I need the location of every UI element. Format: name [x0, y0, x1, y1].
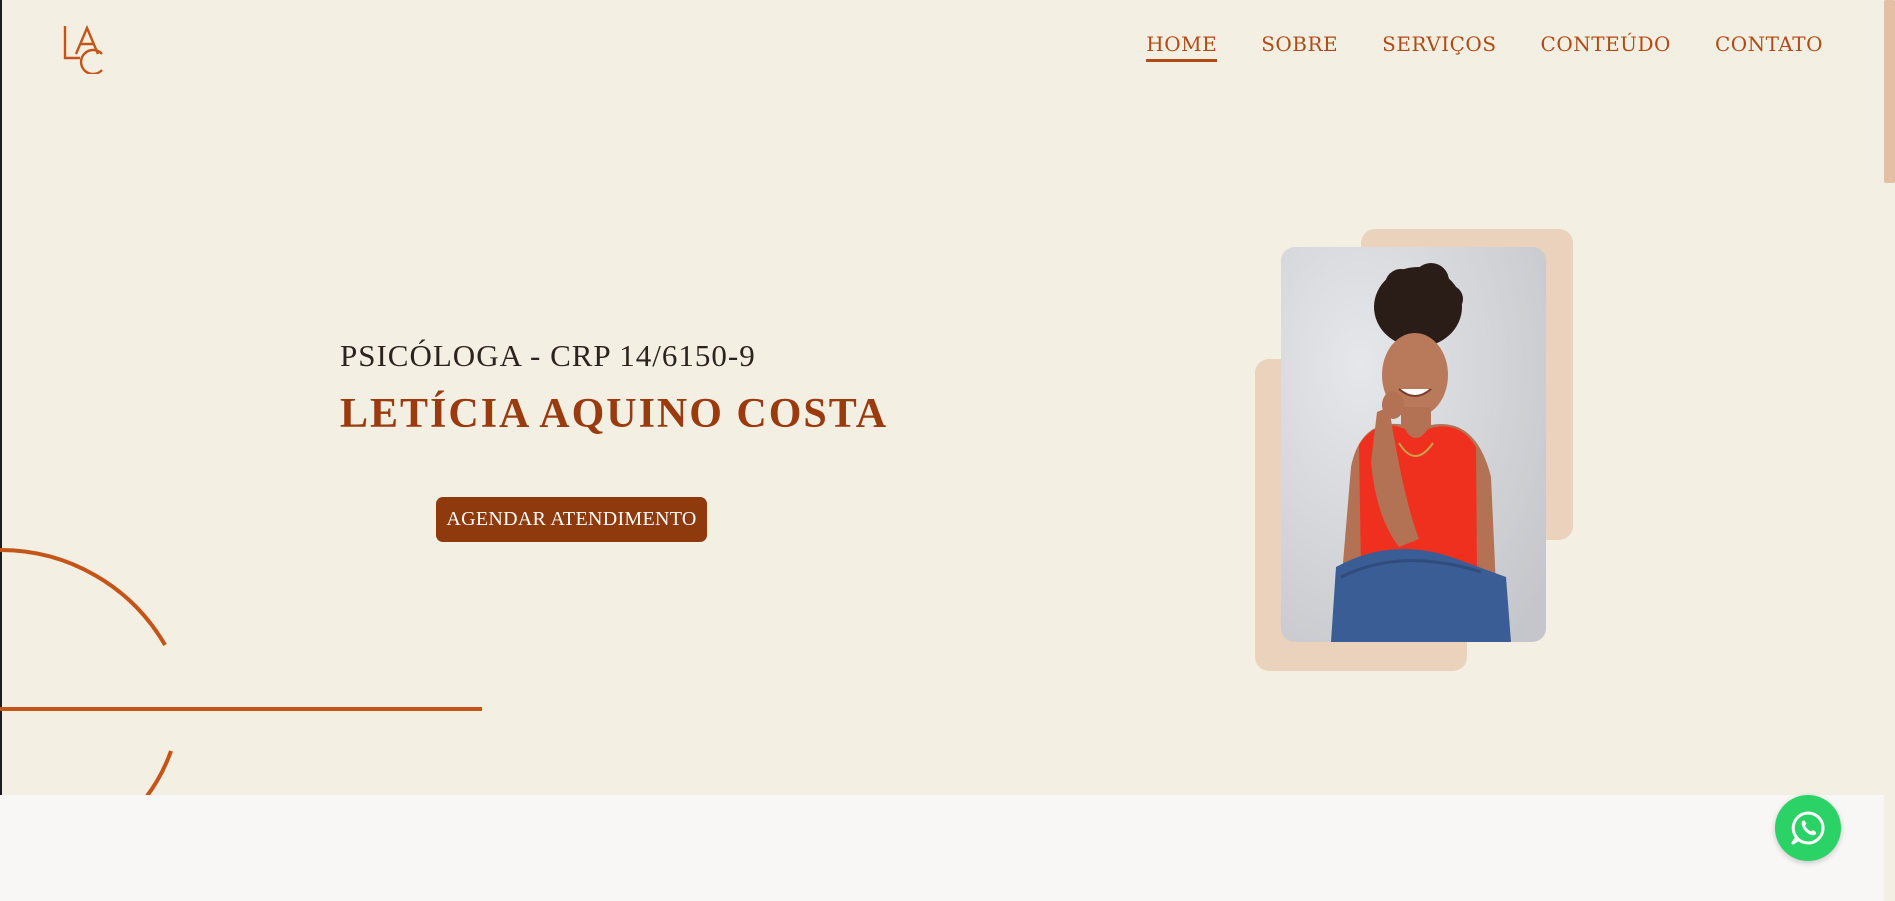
scrollbar[interactable] — [1884, 0, 1895, 901]
scrollbar-thumb[interactable] — [1884, 0, 1895, 183]
hero-subtitle: PSICÓLOGA - CRP 14/6150-9 — [340, 338, 756, 373]
nav-sobre[interactable]: SOBRE — [1261, 32, 1338, 62]
schedule-appointment-button[interactable]: AGENDAR ATENDIMENTO — [436, 497, 707, 542]
page-left-border — [0, 0, 2, 901]
nav-servicos[interactable]: SERVIÇOS — [1382, 32, 1496, 62]
nav-home[interactable]: HOME — [1146, 32, 1218, 62]
nav-conteudo[interactable]: CONTEÚDO — [1541, 32, 1671, 62]
lac-monogram-icon[interactable] — [62, 24, 106, 76]
whatsapp-icon — [1791, 811, 1825, 845]
hero-name: LETÍCIA AQUINO COSTA — [340, 391, 889, 437]
nav-contato[interactable]: CONTATO — [1715, 32, 1823, 62]
next-section — [0, 795, 1884, 901]
main-nav: HOME SOBRE SERVIÇOS CONTEÚDO CONTATO — [1146, 32, 1823, 62]
whatsapp-button[interactable] — [1775, 795, 1841, 861]
portrait-photo — [1281, 247, 1546, 642]
